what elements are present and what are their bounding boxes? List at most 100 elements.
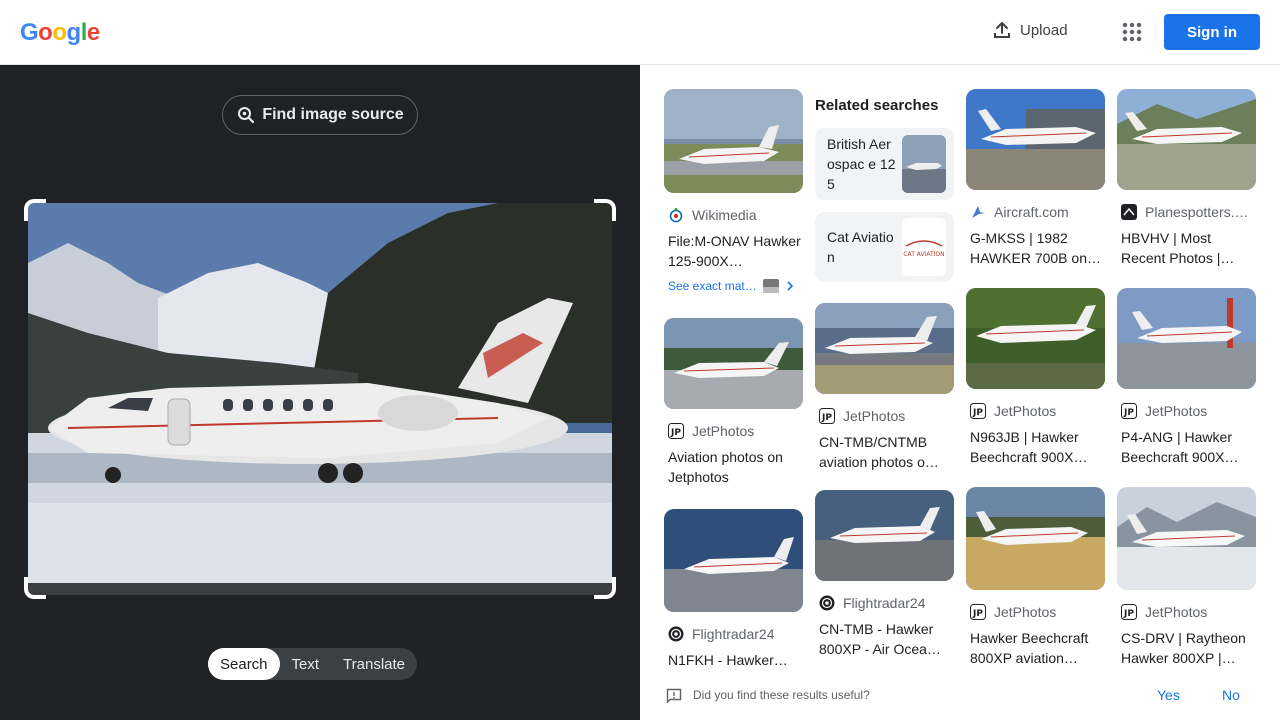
svg-text:JP: JP	[1123, 408, 1134, 418]
results-column-3: Aircraft.com G-MKSS | 1982 HAWKER 700B o…	[966, 89, 1105, 668]
tab-text[interactable]: Text	[280, 648, 332, 680]
result-card[interactable]: Aircraft.com G-MKSS | 1982 HAWKER 700B o…	[966, 89, 1105, 268]
crop-handle-bottom-right[interactable]	[594, 577, 616, 599]
results-column-1: Wikimedia File:M-ONAV Hawker 125-900X… S…	[664, 89, 803, 690]
query-image	[28, 203, 612, 595]
feedback-yes-button[interactable]: Yes	[1157, 687, 1180, 703]
svg-text:JP: JP	[670, 428, 681, 438]
find-image-source-button[interactable]: Find image source	[222, 95, 418, 135]
upload-button[interactable]: Upload	[992, 20, 1068, 40]
logo-letter: G	[20, 19, 39, 46]
cat-aviation-logo: CAT AVIATION	[902, 218, 946, 276]
logo-letter: e	[86, 19, 100, 46]
result-card[interactable]: JP JetPhotos N963JB | Hawker Beechcraft …	[966, 288, 1105, 467]
result-title: File:M-ONAV Hawker 125-900X…	[668, 233, 801, 269]
result-card[interactable]: Flightradar24 CN-TMB - Hawker 800XP - Ai…	[815, 490, 954, 659]
result-source: JetPhotos	[1145, 403, 1208, 419]
result-source: JetPhotos	[1145, 604, 1208, 620]
planespotters-icon	[1121, 204, 1137, 220]
result-source: Flightradar24	[692, 626, 775, 642]
apps-grid-icon[interactable]	[1122, 22, 1142, 42]
related-searches-heading: Related searches	[815, 97, 939, 114]
result-title: CS-DRV | Raytheon Hawker 800XP |…	[1121, 630, 1246, 666]
tab-translate[interactable]: Translate	[331, 648, 417, 680]
result-title: G-MKSS | 1982 HAWKER 700B on…	[970, 230, 1101, 266]
crop-handle-top-right[interactable]	[594, 199, 616, 221]
result-card[interactable]: Planespotters.… HBVHV | Most Recent Phot…	[1117, 89, 1256, 268]
result-card[interactable]: Wikimedia File:M-ONAV Hawker 125-900X… S…	[664, 89, 803, 293]
crop-handle-top-left[interactable]	[24, 199, 46, 221]
result-thumbnail	[966, 288, 1105, 389]
result-thumbnail	[966, 89, 1105, 190]
result-card[interactable]: JP JetPhotos Aviation photos on Jetphoto…	[664, 318, 803, 487]
google-logo[interactable]: Google	[20, 19, 100, 47]
jetphotos-icon: JP	[1121, 403, 1137, 419]
result-source: Flightradar24	[843, 595, 926, 611]
logo-letter: o	[38, 19, 53, 46]
result-source: Wikimedia	[692, 207, 757, 223]
related-search-item[interactable]: British Aerospac e 125	[815, 128, 954, 200]
result-card[interactable]: JP JetPhotos P4-ANG | Hawker Beechcraft …	[1117, 288, 1256, 467]
jetphotos-icon: JP	[970, 604, 986, 620]
find-image-source-label: Find image source	[262, 106, 404, 123]
logo-letter: g	[66, 19, 82, 46]
result-card[interactable]: JP JetPhotos CN-TMB/CNTMB aviation photo…	[815, 303, 954, 472]
result-thumbnail	[1117, 487, 1256, 590]
result-thumbnail	[664, 318, 803, 409]
result-source: JetPhotos	[692, 423, 755, 439]
jetphotos-icon: JP	[1121, 604, 1137, 620]
flightradar-icon	[819, 595, 835, 611]
svg-text:JP: JP	[821, 413, 832, 423]
header: Google Upload Sign in	[0, 0, 1280, 65]
wikimedia-icon	[669, 208, 683, 223]
upload-icon	[994, 22, 1010, 38]
feedback-question: Did you find these results useful?	[693, 688, 870, 702]
svg-text:CAT AVIATION: CAT AVIATION	[903, 251, 944, 258]
feedback-no-button[interactable]: No	[1222, 687, 1240, 703]
results-panel[interactable]: Wikimedia File:M-ONAV Hawker 125-900X… S…	[640, 65, 1280, 720]
logo-letter: o	[52, 19, 67, 46]
aircraft-icon	[972, 206, 985, 218]
crop-selection[interactable]	[24, 199, 616, 599]
jetphotos-icon: JP	[668, 423, 684, 439]
result-source: JetPhotos	[843, 408, 906, 424]
chevron-right-icon	[787, 281, 793, 291]
see-exact-matches-link[interactable]: See exact mat…	[664, 279, 803, 293]
mode-tabs: Search Text Translate	[208, 648, 418, 680]
upload-label: Upload	[1020, 21, 1068, 39]
svg-text:JP: JP	[1123, 609, 1134, 619]
related-search-label: British Aerospac e 125	[827, 136, 896, 192]
result-title: P4-ANG | Hawker Beechcraft 900X…	[1121, 429, 1239, 465]
result-thumbnail	[664, 89, 803, 193]
result-source: JetPhotos	[994, 403, 1057, 419]
exact-match-thumbnail-icon	[762, 279, 779, 293]
result-thumbnail	[966, 487, 1105, 590]
results-column-2: Related searches British Aerospac e 125 …	[815, 89, 954, 659]
tab-search[interactable]: Search	[208, 648, 280, 680]
result-title: HBVHV | Most Recent Photos |…	[1121, 230, 1235, 266]
svg-text:JP: JP	[972, 408, 983, 418]
jetphotos-icon: JP	[970, 403, 986, 419]
result-card[interactable]: JP JetPhotos Hawker Beechcraft 800XP avi…	[966, 487, 1105, 668]
see-exact-label: See exact mat…	[668, 279, 757, 293]
related-search-label: Cat Aviation	[827, 229, 894, 265]
feedback-icon	[666, 688, 682, 704]
result-card[interactable]: JP JetPhotos CS-DRV | Raytheon Hawker 80…	[1117, 487, 1256, 668]
result-thumbnail	[664, 509, 803, 612]
sign-in-button[interactable]: Sign in	[1164, 14, 1260, 50]
result-source: JetPhotos	[994, 604, 1057, 620]
svg-text:JP: JP	[972, 609, 983, 619]
feedback-bar: Did you find these results useful? Yes N…	[640, 672, 1280, 720]
result-source: Aircraft.com	[994, 204, 1069, 220]
related-search-item[interactable]: Cat Aviation CAT AVIATION	[815, 212, 954, 282]
flightradar-icon	[668, 626, 684, 642]
result-thumbnail	[1117, 288, 1256, 389]
crop-handle-bottom-left[interactable]	[24, 577, 46, 599]
result-card[interactable]: Flightradar24 N1FKH - Hawker…	[664, 509, 803, 690]
image-preview-panel: Find image source Search Text Translate	[0, 65, 640, 720]
result-title: N963JB | Hawker Beechcraft 900X…	[970, 429, 1088, 465]
jetphotos-icon: JP	[819, 408, 835, 424]
related-search-thumbnail	[902, 135, 946, 193]
result-thumbnail	[815, 490, 954, 581]
results-column-4: Planespotters.… HBVHV | Most Recent Phot…	[1117, 89, 1256, 668]
